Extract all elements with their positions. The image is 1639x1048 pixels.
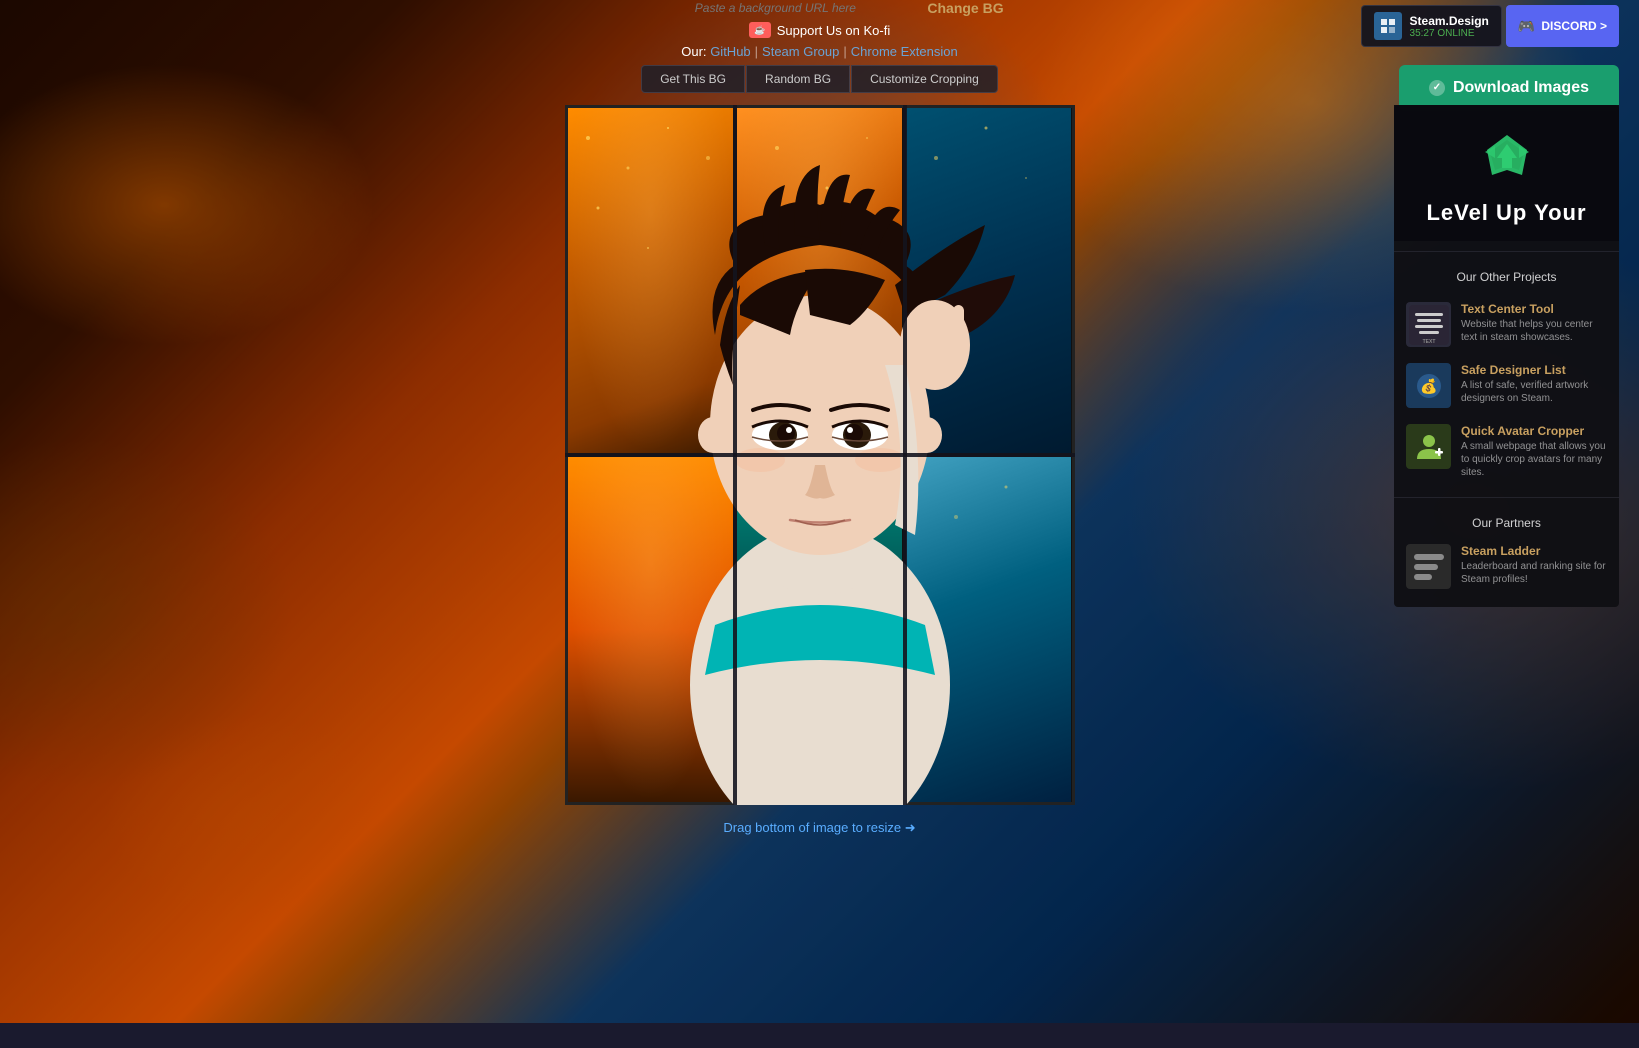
steam-ladder-icon <box>1406 544 1451 589</box>
kofi-bar: ☕ Support Us on Ko-fi <box>749 22 890 38</box>
partner-steam-ladder[interactable]: Steam Ladder Leaderboard and ranking sit… <box>1394 536 1619 597</box>
drag-label: Drag bottom of image to resize ➜ <box>723 820 915 835</box>
level-up-heading: LeVel Up Your <box>1426 200 1586 226</box>
svg-text:TEXT: TEXT <box>1422 339 1435 345</box>
project-safe-designer[interactable]: 💰 Safe Designer List A list of safe, ver… <box>1394 355 1619 416</box>
steam-ladder-desc: Leaderboard and ranking site for Steam p… <box>1461 560 1607 586</box>
grid-cell-4 <box>568 457 733 802</box>
text-center-info: Text Center Tool Website that helps you … <box>1461 302 1607 344</box>
avatar-cropper-title: Quick Avatar Cropper <box>1461 424 1607 438</box>
discord-label: DISCORD > <box>1541 19 1607 33</box>
drag-resize-handle[interactable]: Drag bottom of image to resize ➜ <box>723 820 915 1048</box>
get-bg-button[interactable]: Get This BG <box>641 65 745 93</box>
url-bar: Change BG <box>635 0 1003 16</box>
avatar-cropper-desc: A small webpage that allows you to quick… <box>1461 440 1607 479</box>
center-panel: Change BG ☕ Support Us on Ko-fi Our: Git… <box>540 0 1100 101</box>
project-text-center[interactable]: TEXT Text Center Tool Website that helps… <box>1394 294 1619 355</box>
safe-designer-title: Safe Designer List <box>1461 363 1607 377</box>
kofi-text[interactable]: Support Us on Ko-fi <box>777 23 890 38</box>
grid-cell-3 <box>906 108 1071 453</box>
random-bg-button[interactable]: Random BG <box>746 65 850 93</box>
separator-2: | <box>843 44 846 59</box>
project-avatar-cropper[interactable]: Quick Avatar Cropper A small webpage tha… <box>1394 416 1619 487</box>
links-bar: Our: GitHub | Steam Group | Chrome Exten… <box>681 44 957 59</box>
steam-group-link[interactable]: Steam Group <box>762 44 839 59</box>
steam-design-title: Steam.Design <box>1410 14 1489 28</box>
change-bg-button[interactable]: Change BG <box>927 0 1003 16</box>
discord-icon: 🎮 <box>1518 18 1535 35</box>
steam-ladder-info: Steam Ladder Leaderboard and ranking sit… <box>1461 544 1607 586</box>
ladder-icon-inner <box>1406 546 1452 588</box>
kofi-icon: ☕ <box>749 22 771 38</box>
steam-design-card[interactable]: Steam.Design 35:27 ONLINE <box>1361 5 1502 47</box>
safe-designer-icon: 💰 <box>1406 363 1451 408</box>
text-center-desc: Website that helps you center text in st… <box>1461 318 1607 344</box>
steam-online-count: 35:27 ONLINE <box>1410 28 1489 39</box>
steam-design-info: Steam.Design 35:27 ONLINE <box>1410 14 1489 39</box>
safe-designer-desc: A list of safe, verified artwork designe… <box>1461 379 1607 405</box>
chrome-extension-link[interactable]: Chrome Extension <box>851 44 958 59</box>
grid-cell-1 <box>568 108 733 453</box>
top-right-panel: Steam.Design 35:27 ONLINE 🎮 DISCORD > <box>1361 5 1619 47</box>
logo-icon <box>1477 130 1537 185</box>
grid-cell-2 <box>737 108 902 453</box>
steam-design-icon <box>1374 12 1402 40</box>
sidebar-logo-area: LeVel Up Your <box>1394 105 1619 241</box>
text-center-icon: TEXT <box>1406 302 1451 347</box>
ladder-bar-1 <box>1414 554 1444 560</box>
discord-card[interactable]: 🎮 DISCORD > <box>1506 5 1619 47</box>
ladder-bar-2 <box>1414 564 1438 570</box>
text-center-title: Text Center Tool <box>1461 302 1607 316</box>
url-input[interactable] <box>635 1 915 15</box>
ladder-bar-3 <box>1414 574 1432 580</box>
svg-text:💰: 💰 <box>1420 378 1437 395</box>
sidebar-divider-2 <box>1394 497 1619 498</box>
steam-ladder-title: Steam Ladder <box>1461 544 1607 558</box>
grid-cell-6 <box>906 457 1071 802</box>
our-projects-title: Our Other Projects <box>1394 262 1619 294</box>
github-link[interactable]: GitHub <box>710 44 750 59</box>
checkmark-icon: ✓ <box>1429 80 1445 96</box>
avatar-cropper-info: Quick Avatar Cropper A small webpage tha… <box>1461 424 1607 479</box>
our-partners-title: Our Partners <box>1394 508 1619 536</box>
sidebar-divider-1 <box>1394 251 1619 252</box>
safe-designer-info: Safe Designer List A list of safe, verif… <box>1461 363 1607 405</box>
grid-cell-5 <box>737 457 902 802</box>
separator-1: | <box>755 44 758 59</box>
download-label: Download Images <box>1453 79 1589 97</box>
action-buttons: Get This BG Random BG Customize Cropping <box>641 65 998 93</box>
customize-cropping-button[interactable]: Customize Cropping <box>851 65 998 93</box>
links-prefix: Our: <box>681 44 706 59</box>
right-sidebar: LeVel Up Your Our Other Projects TEXT Te… <box>1394 105 1619 607</box>
image-grid <box>565 105 1075 805</box>
avatar-cropper-icon <box>1406 424 1451 469</box>
